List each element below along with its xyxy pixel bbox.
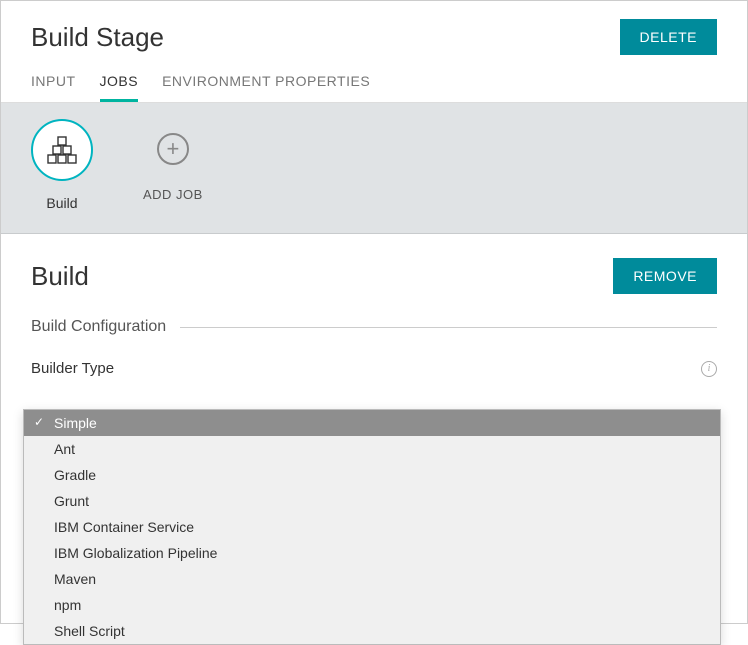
build-configuration-heading: Build Configuration xyxy=(31,318,166,336)
info-icon[interactable]: i xyxy=(701,361,717,377)
builder-type-label: Builder Type xyxy=(31,360,114,377)
add-job-circle: + xyxy=(157,133,189,165)
add-job-label: ADD JOB xyxy=(143,187,203,202)
dropdown-option-grunt[interactable]: Grunt xyxy=(24,488,720,514)
build-job-circle xyxy=(31,119,93,181)
build-stack-icon xyxy=(47,136,77,164)
dropdown-option-gradle[interactable]: Gradle xyxy=(24,462,720,488)
builder-type-dropdown[interactable]: Simple Ant Gradle Grunt IBM Container Se… xyxy=(23,409,721,645)
tab-jobs[interactable]: JOBS xyxy=(100,73,139,102)
section-title: Build xyxy=(31,261,89,292)
dropdown-option-ibm-globalization-pipeline[interactable]: IBM Globalization Pipeline xyxy=(24,540,720,566)
job-build-label: Build xyxy=(46,195,77,211)
divider-line xyxy=(180,327,717,328)
job-build[interactable]: Build xyxy=(31,119,93,211)
dropdown-option-ant[interactable]: Ant xyxy=(24,436,720,462)
page-title: Build Stage xyxy=(31,22,164,53)
dropdown-option-npm[interactable]: npm xyxy=(24,592,720,618)
dropdown-option-shell-script[interactable]: Shell Script xyxy=(24,618,720,644)
tab-input[interactable]: INPUT xyxy=(31,73,76,102)
remove-button[interactable]: REMOVE xyxy=(613,258,717,294)
add-job-button[interactable]: + ADD JOB xyxy=(143,119,203,211)
dropdown-option-maven[interactable]: Maven xyxy=(24,566,720,592)
tabs-bar: INPUT JOBS ENVIRONMENT PROPERTIES xyxy=(1,63,747,103)
dropdown-option-ibm-container-service[interactable]: IBM Container Service xyxy=(24,514,720,540)
plus-icon: + xyxy=(166,138,179,160)
dropdown-option-simple[interactable]: Simple xyxy=(24,410,720,436)
delete-button[interactable]: DELETE xyxy=(620,19,717,55)
tab-environment-properties[interactable]: ENVIRONMENT PROPERTIES xyxy=(162,73,370,102)
jobs-strip: Build + ADD JOB xyxy=(1,103,747,234)
job-config-section: Build REMOVE Build Configuration Builder… xyxy=(1,234,747,387)
